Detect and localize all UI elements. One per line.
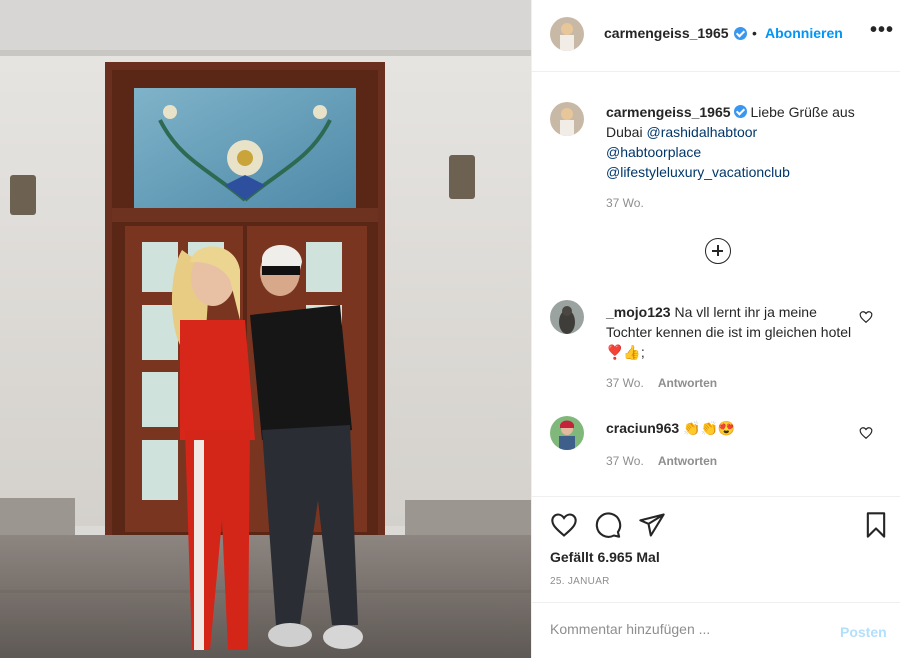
comment-text: craciun963 👏👏😍 <box>606 418 856 438</box>
bookmark-icon[interactable] <box>862 511 890 539</box>
comment-timestamp[interactable]: 37 Wo. <box>606 376 644 390</box>
comment-timestamp[interactable]: 37 Wo. <box>606 454 644 468</box>
commenter-avatar[interactable] <box>550 300 584 334</box>
like-comment-heart-icon[interactable] <box>859 426 873 440</box>
commenter-avatar[interactable] <box>550 416 584 450</box>
reply-button[interactable]: Antworten <box>658 376 717 390</box>
comment-text: _mojo123 Na vll lernt ihr ja meine Tocht… <box>606 302 856 362</box>
post-side-panel: carmengeiss_1965 • Abonnieren ••• carmen… <box>531 0 900 658</box>
caption-avatar[interactable] <box>550 102 584 136</box>
add-circle-icon[interactable] <box>705 238 731 264</box>
verified-badge-icon <box>734 27 747 40</box>
comment-composer: Posten <box>532 602 900 658</box>
post-photo-illustration <box>0 0 531 658</box>
mention-link[interactable]: @rashidalhabtoor <box>646 124 757 140</box>
post-date[interactable]: 25. JANUAR <box>550 576 610 587</box>
like-count[interactable]: Gefällt 6.965 Mal <box>550 549 660 565</box>
caption-text: carmengeiss_1965 Liebe Grüße aus Dubai @… <box>606 102 876 182</box>
commenter-username[interactable]: craciun963 <box>606 420 679 436</box>
reply-button[interactable]: Antworten <box>658 454 717 468</box>
comment-meta: 37 Wo. Antworten <box>606 376 717 390</box>
post-actions: Gefällt 6.965 Mal 25. JANUAR <box>532 496 900 602</box>
instagram-post-modal: carmengeiss_1965 • Abonnieren ••• carmen… <box>0 0 900 658</box>
verified-badge-icon <box>733 105 747 118</box>
comment-message: 👏👏😍 <box>683 420 736 436</box>
comment-icon[interactable] <box>594 511 622 539</box>
separator-dot: • <box>752 25 757 41</box>
follow-button[interactable]: Abonnieren <box>765 25 843 41</box>
author-avatar[interactable] <box>550 17 584 51</box>
more-options-icon[interactable]: ••• <box>870 20 894 40</box>
post-comment-button[interactable]: Posten <box>840 624 887 640</box>
like-comment-heart-icon[interactable] <box>859 310 873 324</box>
comment-input[interactable] <box>550 621 810 637</box>
heart-icon[interactable] <box>550 511 578 539</box>
commenter-username[interactable]: _mojo123 <box>606 304 671 320</box>
mention-link[interactable]: @habtoorplace <box>606 144 701 160</box>
comment-meta: 37 Wo. Antworten <box>606 454 717 468</box>
share-icon[interactable] <box>638 511 666 539</box>
caption-username[interactable]: carmengeiss_1965 <box>606 104 731 120</box>
author-username[interactable]: carmengeiss_1965 <box>604 25 729 41</box>
post-header: carmengeiss_1965 • Abonnieren ••• <box>532 0 900 72</box>
post-photo[interactable] <box>0 0 531 658</box>
mention-link[interactable]: @lifestyleluxury_vacationclub <box>606 164 790 180</box>
caption-timestamp[interactable]: 37 Wo. <box>606 196 644 210</box>
